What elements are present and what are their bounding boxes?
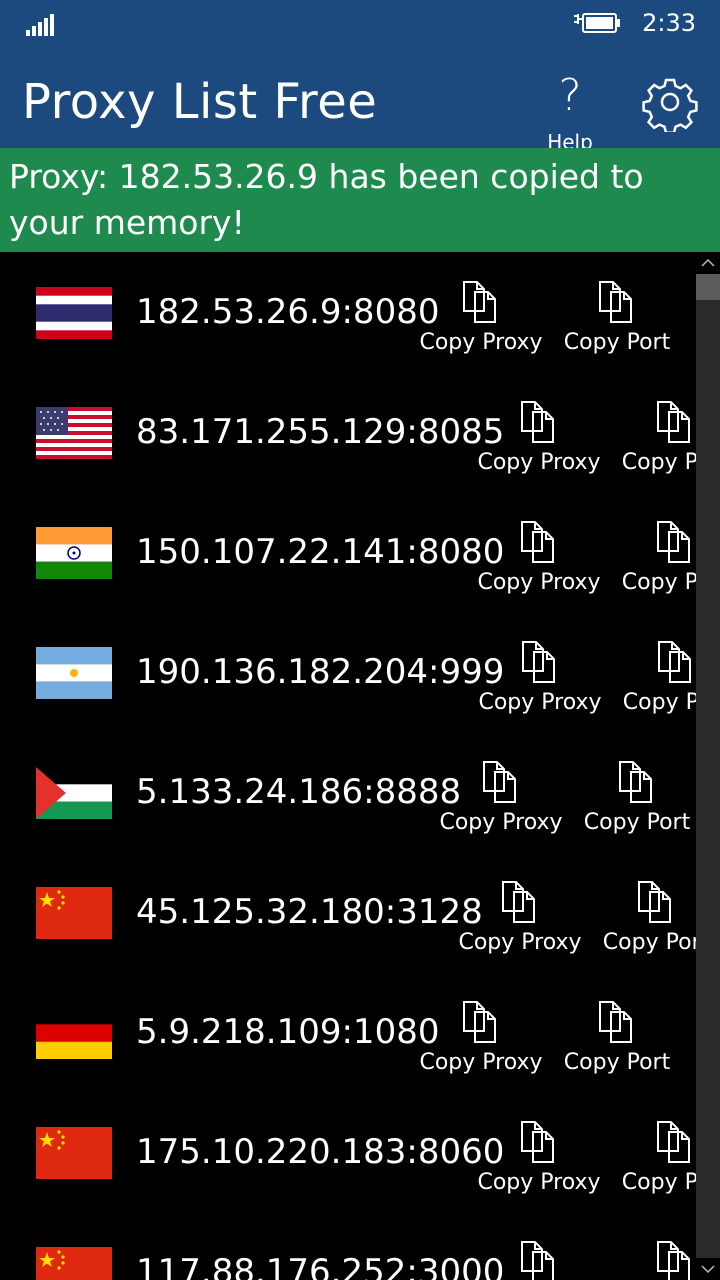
copy-proxy-button[interactable]: Copy Proxy	[450, 880, 590, 964]
copy-port-button[interactable]: Copy Port	[605, 1120, 696, 1204]
help-button[interactable]: ? Help	[530, 50, 610, 149]
scroll-thumb[interactable]	[696, 274, 720, 300]
app-title: Proxy List Free	[22, 74, 378, 130]
proxy-address: 5.9.218.109:1080	[136, 1012, 440, 1052]
battery-charging-icon	[574, 13, 620, 33]
copy-icon	[657, 1121, 690, 1163]
vertical-scrollbar[interactable]	[696, 252, 720, 1280]
proxy-list: 182.53.26.9:8080 Copy Proxy Copy Port 83…	[0, 252, 696, 1280]
list-item: 150.107.22.141:8080 Copy Proxy Copy Port	[0, 492, 696, 612]
list-item: 5.133.24.186:8888 Copy Proxy Copy Port	[0, 732, 696, 852]
copy-port-button[interactable]: Copy Port	[547, 1000, 687, 1084]
copy-icon	[522, 641, 555, 683]
argentina-flag-icon	[36, 647, 112, 699]
copy-icon	[521, 401, 554, 443]
copy-port-label: Copy Port	[563, 1050, 671, 1075]
copy-icon	[521, 1121, 554, 1163]
copy-port-button[interactable]: Copy Port	[605, 1240, 696, 1280]
proxy-address: 190.136.182.204:999	[136, 652, 505, 692]
copy-proxy-button[interactable]: Copy Proxy	[469, 520, 609, 604]
copy-proxy-button[interactable]: Copy Proxy	[411, 1000, 551, 1084]
list-item: 83.171.255.129:8085 Copy Proxy Copy Port	[0, 372, 696, 492]
copy-icon	[599, 1001, 632, 1043]
copy-proxy-button[interactable]: Copy Proxy	[431, 760, 571, 844]
proxy-address: 150.107.22.141:8080	[136, 532, 505, 572]
scroll-down-arrow-icon[interactable]	[696, 1258, 720, 1280]
copy-port-button[interactable]: Copy Port	[547, 280, 687, 364]
help-label: Help	[547, 130, 593, 148]
copy-proxy-label: Copy Proxy	[419, 330, 543, 355]
copy-proxy-label: Copy Proxy	[477, 1170, 601, 1195]
copy-proxy-button[interactable]: Copy Proxy	[469, 1240, 609, 1280]
copy-proxy-label: Copy Proxy	[477, 450, 601, 475]
germany-flag-icon	[36, 1007, 112, 1059]
list-item: 45.125.32.180:3128 Copy Proxy Copy Port	[0, 852, 696, 972]
list-item: 190.136.182.204:999 Copy Proxy Copy Port	[0, 612, 696, 732]
copy-port-button[interactable]: Copy Port	[605, 520, 696, 604]
china-flag-icon	[36, 887, 112, 939]
china-flag-icon	[36, 1247, 112, 1280]
proxy-address: 182.53.26.9:8080	[136, 292, 440, 332]
copy-icon	[657, 521, 690, 563]
copy-port-label: Copy Port	[621, 570, 696, 595]
copy-icon	[483, 761, 516, 803]
gear-icon[interactable]	[640, 72, 700, 132]
copy-port-label: Copy Port	[622, 690, 696, 715]
copy-icon	[657, 1241, 690, 1280]
copy-proxy-label: Copy Proxy	[458, 930, 582, 955]
copy-port-label: Copy Port	[621, 450, 696, 475]
copy-icon	[463, 281, 496, 323]
copy-port-label: Copy Port	[602, 930, 696, 955]
copy-icon	[502, 881, 535, 923]
copy-port-label: Copy Port	[583, 810, 691, 835]
proxy-address: 117.88.176.252:3000	[136, 1252, 505, 1280]
copy-icon	[521, 1241, 554, 1280]
copy-port-label: Copy Port	[621, 1170, 696, 1195]
status-bar: 2:33	[0, 0, 720, 50]
scroll-track[interactable]	[696, 274, 720, 1258]
proxy-address: 45.125.32.180:3128	[136, 892, 483, 932]
app-bar: Proxy List Free ? Help	[0, 50, 720, 148]
copy-port-button[interactable]: Copy Port	[606, 640, 696, 724]
proxy-address: 83.171.255.129:8085	[136, 412, 505, 452]
thailand-flag-icon	[36, 287, 112, 339]
list-item: 182.53.26.9:8080 Copy Proxy Copy Port	[0, 252, 696, 372]
proxy-address: 5.133.24.186:8888	[136, 772, 462, 812]
copy-icon	[657, 401, 690, 443]
palestine-flag-icon	[36, 767, 112, 819]
copy-port-button[interactable]: Copy Port	[586, 880, 696, 964]
copy-proxy-label: Copy Proxy	[477, 570, 601, 595]
india-flag-icon	[36, 527, 112, 579]
copy-proxy-button[interactable]: Copy Proxy	[470, 640, 610, 724]
help-icon: ?	[558, 70, 582, 121]
notification-text: Proxy: 182.53.26.9 has been copied to yo…	[9, 157, 644, 242]
copy-icon	[619, 761, 652, 803]
usa-flag-icon	[36, 407, 112, 459]
copied-notification: Proxy: 182.53.26.9 has been copied to yo…	[0, 148, 720, 252]
proxy-address: 175.10.220.183:8060	[136, 1132, 505, 1172]
list-item: 5.9.218.109:1080 Copy Proxy Copy Port	[0, 972, 696, 1092]
copy-proxy-label: Copy Proxy	[419, 1050, 543, 1075]
copy-port-button[interactable]: Copy Port	[567, 760, 696, 844]
clock: 2:33	[642, 9, 696, 37]
scroll-up-arrow-icon[interactable]	[696, 252, 720, 274]
copy-icon	[658, 641, 691, 683]
china-flag-icon	[36, 1127, 112, 1179]
copy-proxy-button[interactable]: Copy Proxy	[469, 400, 609, 484]
copy-proxy-label: Copy Proxy	[439, 810, 563, 835]
signal-bars-icon	[26, 12, 56, 36]
copy-icon	[521, 521, 554, 563]
list-item: 175.10.220.183:8060 Copy Proxy Copy Port	[0, 1092, 696, 1212]
list-item: 117.88.176.252:3000 Copy Proxy Copy Port	[0, 1212, 696, 1280]
copy-proxy-button[interactable]: Copy Proxy	[469, 1120, 609, 1204]
copy-proxy-button[interactable]: Copy Proxy	[411, 280, 551, 364]
copy-port-label: Copy Port	[563, 330, 671, 355]
copy-icon	[463, 1001, 496, 1043]
copy-icon	[599, 281, 632, 323]
copy-port-button[interactable]: Copy Port	[605, 400, 696, 484]
copy-proxy-label: Copy Proxy	[478, 690, 602, 715]
copy-icon	[638, 881, 671, 923]
